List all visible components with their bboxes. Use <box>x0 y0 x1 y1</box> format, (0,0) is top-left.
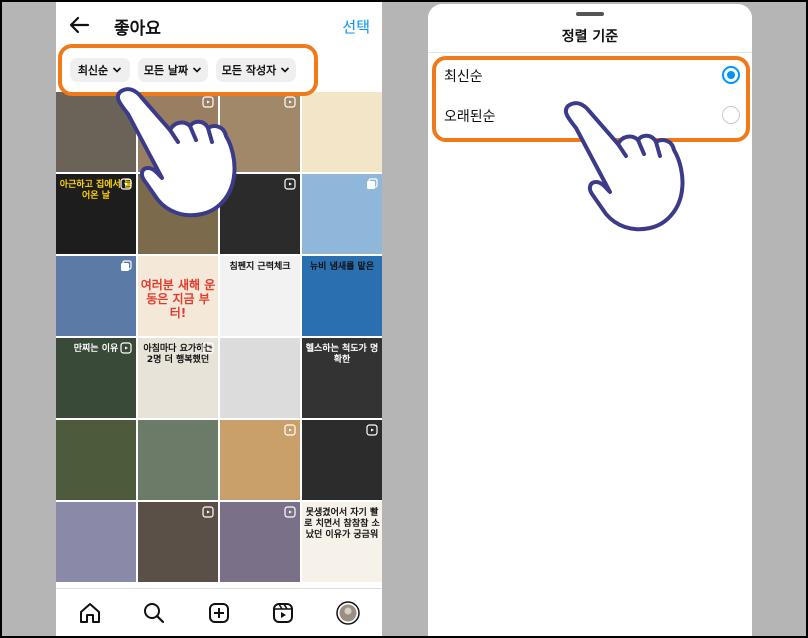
post-thumbnail[interactable]: 여러분 새해 운동은 지금 부터! <box>138 256 218 336</box>
post-thumbnail[interactable] <box>302 174 382 254</box>
post-thumbnail[interactable]: 못생겼어서 자기 빨로 치면서 참참참 소 났던 이유가 궁금워 <box>302 502 382 582</box>
thumbnail-caption: 뉴비 냄새를 맡은 <box>309 262 375 272</box>
reel-icon <box>366 424 378 436</box>
pointing-hand-icon <box>563 101 685 232</box>
thumbnail-caption: 여러분 새해 운동은 지금 부터! <box>140 278 216 320</box>
reel-icon <box>120 342 132 354</box>
thumbnail-caption: 못생겼어서 자기 빨로 치면서 참참참 소 났던 이유가 궁금워 <box>304 508 380 540</box>
thumbnail-caption: 침펜지 근력체크 <box>229 262 291 272</box>
page-title: 좋아요 <box>114 19 161 39</box>
post-thumbnail[interactable]: 뉴비 냄새를 맡은 <box>302 256 382 336</box>
divider <box>428 52 752 53</box>
post-thumbnail[interactable]: 침펜지 근력체크 <box>220 256 300 336</box>
reel-icon <box>202 506 214 518</box>
top-bar: 좋아요 선택 <box>56 2 382 48</box>
sheet-title: 정렬 기준 <box>561 29 619 45</box>
profile-avatar[interactable] <box>336 601 360 625</box>
bottom-nav <box>56 588 382 636</box>
reel-icon <box>202 342 214 354</box>
post-thumbnail[interactable] <box>56 256 136 336</box>
post-thumbnail[interactable] <box>56 420 136 500</box>
post-thumbnail[interactable] <box>220 420 300 500</box>
sheet-drag-handle[interactable] <box>576 12 604 16</box>
post-thumbnail[interactable] <box>220 502 300 582</box>
search-icon[interactable] <box>142 601 166 625</box>
reel-icon <box>284 506 296 518</box>
pointing-hand-icon <box>115 87 237 218</box>
select-button[interactable]: 선택 <box>342 16 370 37</box>
thumbnail-caption: 헬스하는 척도가 명확한 <box>305 344 379 365</box>
post-thumbnail[interactable]: 아침마다 요가하는 2명 더 행복했던 <box>138 338 218 418</box>
post-thumbnail[interactable]: 만찌는 이유 <box>56 338 136 418</box>
reels-icon[interactable] <box>271 601 295 625</box>
post-thumbnail[interactable]: 헬스하는 척도가 명확한 <box>302 338 382 418</box>
post-thumbnail[interactable] <box>138 420 218 500</box>
post-thumbnail[interactable] <box>302 420 382 500</box>
create-icon[interactable] <box>207 601 231 625</box>
home-icon[interactable] <box>78 601 102 625</box>
reel-icon <box>284 96 296 108</box>
reel-icon <box>284 178 296 190</box>
screenshot-frame: 좋아요 선택 최신순 모든 날짜 모든 작성자 아근하고 집에서 들어온 날 여러… <box>2 2 806 636</box>
post-thumbnail[interactable] <box>302 92 382 172</box>
multi-post-icon <box>367 178 378 189</box>
back-arrow-icon[interactable] <box>68 14 90 36</box>
multi-post-icon <box>121 260 132 271</box>
post-thumbnail[interactable] <box>220 338 300 418</box>
reel-icon <box>284 424 296 436</box>
post-thumbnail[interactable] <box>56 502 136 582</box>
post-thumbnail[interactable] <box>138 502 218 582</box>
